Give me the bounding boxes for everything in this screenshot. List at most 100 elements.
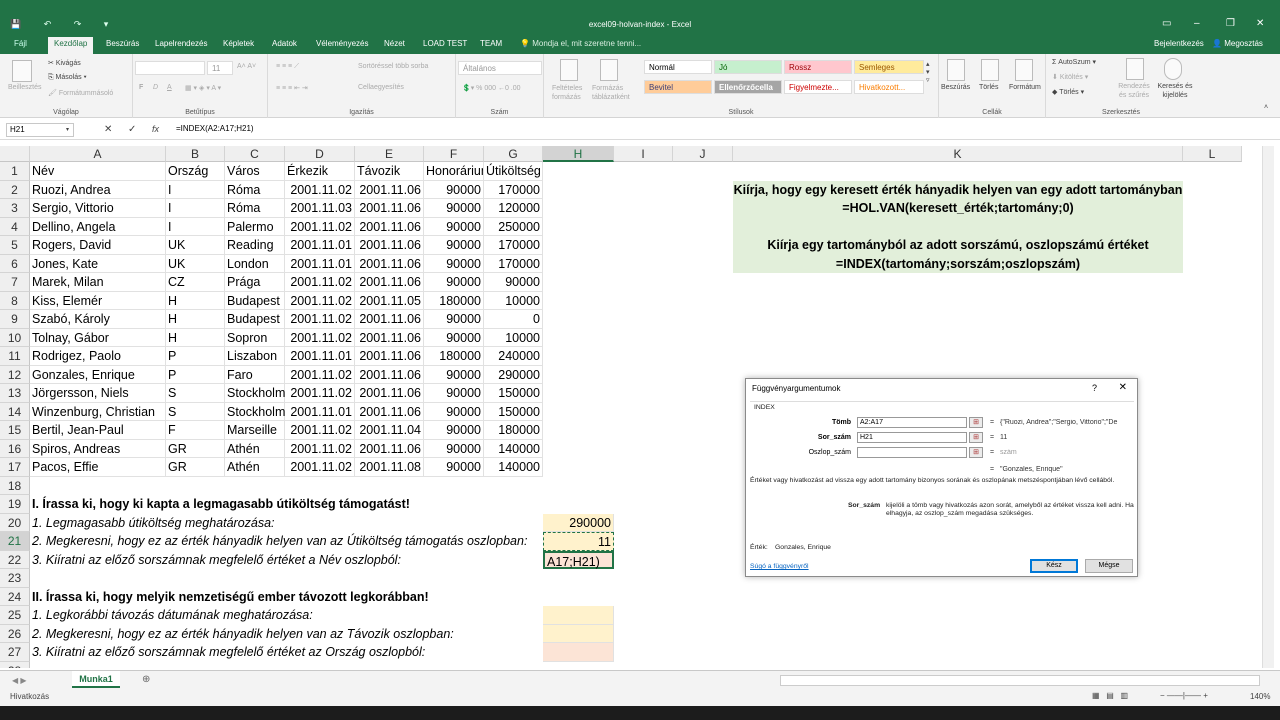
name-box[interactable]: H21 [6, 123, 74, 137]
answer-cell-h21[interactable]: 11 [543, 532, 614, 551]
arg-array-input[interactable]: A2:A17 [857, 417, 967, 428]
collapse-dialog-icon[interactable]: ⊞ [969, 432, 983, 443]
row-header[interactable]: 11 [0, 347, 30, 366]
column-header-h[interactable]: H [543, 146, 614, 162]
magnifier-icon[interactable] [1164, 58, 1182, 80]
row-header[interactable]: 1 [0, 162, 30, 181]
data-cell[interactable]: 2001.11.02 [285, 439, 355, 458]
active-cell-h22[interactable]: A17;H21) [543, 550, 614, 569]
number-format-select[interactable]: Általános [458, 61, 542, 75]
sign-in-link[interactable]: Bejelentkezés [1154, 39, 1204, 48]
style-input[interactable]: Bevitel [644, 80, 712, 94]
ribbon-display-icon[interactable]: ▭ [1162, 18, 1171, 29]
data-cell[interactable]: Sergio, Vittorio [30, 199, 166, 218]
find-select-button[interactable]: Keresés és kijelölés [1156, 82, 1194, 100]
column-header-g[interactable]: G [484, 146, 543, 162]
column-header-a[interactable]: A [30, 146, 166, 162]
data-cell[interactable]: 2001.11.02 [285, 291, 355, 310]
row-header[interactable]: 16 [0, 439, 30, 458]
data-cell[interactable]: 2001.11.02 [285, 328, 355, 347]
row-header[interactable]: 8 [0, 291, 30, 310]
data-cell[interactable]: Ruozi, Andrea [30, 180, 166, 199]
vertical-scrollbar[interactable] [1262, 146, 1274, 668]
enter-icon[interactable]: ✓ [128, 124, 136, 135]
grow-font-icon[interactable]: A˄ A˅ [237, 63, 256, 70]
data-cell[interactable]: Róma [225, 180, 285, 199]
cancel-button[interactable]: Mégse [1085, 559, 1133, 573]
data-cell[interactable]: Jörgersson, Niels [30, 384, 166, 403]
fill-button[interactable]: ⬇ Kitöltés ▾ [1052, 73, 1088, 81]
data-cell[interactable]: Bertil, Jean-Paul [30, 421, 166, 440]
data-cell[interactable]: 2001.11.03 [285, 199, 355, 218]
data-cell[interactable]: Kiss, Elemér [30, 291, 166, 310]
data-cell[interactable]: 0 [484, 310, 543, 329]
data-cell[interactable]: 90000 [424, 273, 484, 292]
data-cell[interactable]: 2001.11.06 [355, 310, 424, 329]
tell-me-search[interactable]: 💡 Mondja el, mit szeretne tenni... [520, 39, 641, 48]
data-cell[interactable]: 2001.11.01 [285, 402, 355, 421]
font-size-select[interactable]: 11 [207, 61, 233, 75]
data-cell[interactable]: Szabó, Károly [30, 310, 166, 329]
data-cell[interactable]: 170000 [484, 254, 543, 273]
answer-cell-h26[interactable] [543, 624, 614, 643]
data-cell[interactable]: I [166, 199, 225, 218]
row-header[interactable]: 12 [0, 365, 30, 384]
data-cell[interactable]: Spiros, Andreas [30, 439, 166, 458]
answer-cell-h27[interactable] [543, 643, 614, 662]
data-cell[interactable]: 10000 [484, 328, 543, 347]
sort-filter-button[interactable]: Rendezés és szűrés [1116, 82, 1152, 100]
data-cell[interactable]: GR [166, 439, 225, 458]
align-left-icon[interactable]: ≡ ≡ ≡ ⇤ ⇥ [276, 84, 308, 92]
row-header[interactable]: 21 [0, 532, 30, 551]
data-cell[interactable]: Liszabon [225, 347, 285, 366]
data-cell[interactable]: 150000 [484, 402, 543, 421]
row-header[interactable]: 20 [0, 513, 30, 532]
data-cell[interactable]: 2001.11.02 [285, 458, 355, 477]
data-cell[interactable]: Pacos, Effie [30, 458, 166, 477]
data-cell[interactable]: 10000 [484, 291, 543, 310]
column-header-j[interactable]: J [673, 146, 733, 162]
data-cell[interactable]: 90000 [424, 365, 484, 384]
data-cell[interactable]: 90000 [424, 384, 484, 403]
data-cell[interactable]: 2001.11.02 [285, 180, 355, 199]
answer-cell-h20[interactable]: 290000 [543, 513, 614, 532]
data-cell[interactable]: 150000 [484, 384, 543, 403]
select-all-corner[interactable] [0, 146, 30, 162]
horizontal-scrollbar[interactable] [780, 675, 1260, 686]
wrap-text-button[interactable]: Sortöréssel több sorba [358, 63, 428, 70]
data-cell[interactable]: 2001.11.06 [355, 365, 424, 384]
format-cells-button[interactable]: Formátum [1009, 84, 1041, 91]
data-cell[interactable]: Stockholm [225, 384, 285, 403]
tab-review[interactable]: Véleményezés [316, 39, 368, 48]
style-bad[interactable]: Rossz [784, 60, 852, 74]
data-cell[interactable]: 90000 [424, 236, 484, 255]
row-header[interactable]: 22 [0, 550, 30, 569]
paste-icon[interactable] [12, 60, 32, 82]
zoom-level[interactable]: 140% [1250, 692, 1270, 701]
data-cell[interactable]: CZ [166, 273, 225, 292]
format-painter-button[interactable]: 🖌 Formátummásoló [48, 89, 113, 97]
data-cell[interactable]: 290000 [484, 365, 543, 384]
data-cell[interactable]: 2001.11.06 [355, 328, 424, 347]
data-cell[interactable]: 2001.11.02 [285, 365, 355, 384]
row-header[interactable]: 5 [0, 236, 30, 255]
cut-button[interactable]: ✂ Kivágás [48, 59, 81, 67]
row-header[interactable]: 28 [0, 661, 30, 668]
sheet-tab-munka1[interactable]: Munka1 [72, 671, 120, 688]
data-cell[interactable]: 2001.11.06 [355, 254, 424, 273]
data-cell[interactable]: London [225, 254, 285, 273]
row-header[interactable]: 3 [0, 199, 30, 218]
data-cell[interactable]: Jones, Kate [30, 254, 166, 273]
tab-load-test[interactable]: LOAD TEST [423, 39, 467, 48]
data-cell[interactable]: 90000 [424, 254, 484, 273]
conditional-formatting-button[interactable]: Feltételes formázás [552, 84, 592, 102]
tab-formulas[interactable]: Képletek [223, 39, 254, 48]
data-cell[interactable]: P [166, 347, 225, 366]
data-cell[interactable]: F [166, 421, 225, 440]
conditional-formatting-icon[interactable] [560, 59, 578, 81]
row-header[interactable]: 15 [0, 421, 30, 440]
data-cell[interactable]: 90000 [424, 421, 484, 440]
sort-filter-icon[interactable] [1126, 58, 1144, 80]
data-cell[interactable]: 2001.11.01 [285, 236, 355, 255]
ok-button[interactable]: Kész [1030, 559, 1078, 573]
